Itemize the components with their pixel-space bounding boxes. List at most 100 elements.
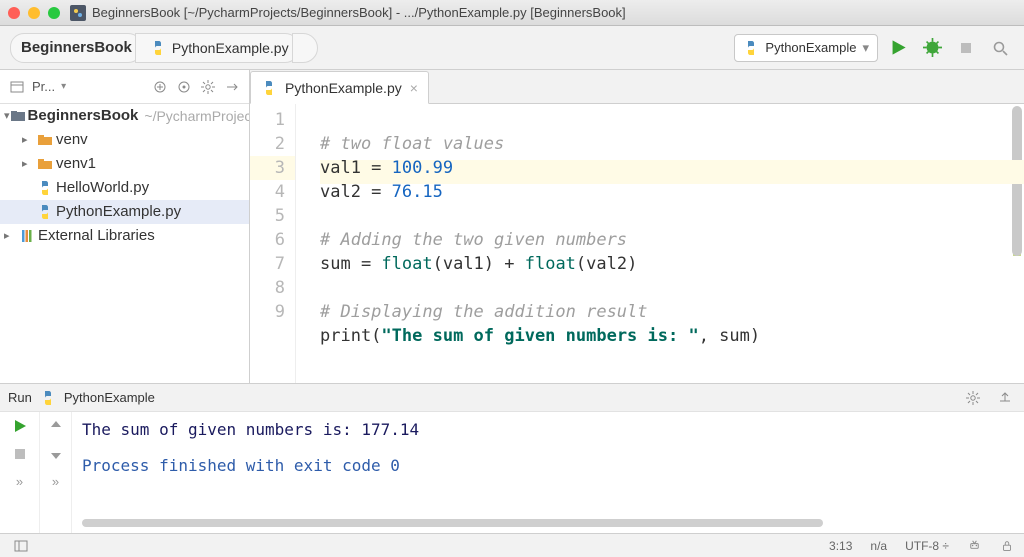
rerun-button[interactable] [12, 418, 28, 434]
file-encoding[interactable]: UTF-8 ÷ [905, 539, 949, 553]
code-line[interactable] [320, 204, 1024, 228]
python-file-icon [36, 204, 54, 220]
navigation-toolbar: BeginnersBook PythonExample.py PythonExa… [0, 26, 1024, 70]
code-line[interactable]: sum = float(val1) + float(val2) [320, 252, 1024, 276]
python-file-icon [40, 390, 56, 406]
project-tool-header: Pr... ▾ [0, 70, 249, 104]
line-number[interactable]: 9 [250, 300, 285, 324]
stop-button[interactable] [952, 34, 980, 62]
hide-run-button[interactable] [994, 387, 1016, 409]
line-number[interactable]: 4 [250, 180, 285, 204]
line-number[interactable]: 5 [250, 204, 285, 228]
collapse-all-button[interactable] [149, 76, 171, 98]
python-file-icon [36, 180, 54, 196]
breadcrumb-file-label: PythonExample.py [172, 40, 289, 56]
line-number-gutter[interactable]: 123456789 [250, 104, 296, 383]
run-settings-button[interactable] [962, 387, 984, 409]
stop-run-button[interactable] [12, 446, 28, 462]
status-bar: 3:13 n/a UTF-8 ÷ [0, 533, 1024, 557]
run-toolbar-left-2: » [40, 412, 72, 533]
python-file-icon [150, 40, 166, 56]
console-line: The sum of given numbers is: 177.14 [82, 420, 1014, 442]
line-number[interactable]: 3 [250, 156, 285, 180]
expand-arrow-icon[interactable]: ▸ [4, 224, 18, 248]
minimize-window-button[interactable] [28, 7, 40, 19]
file-item[interactable]: HelloWorld.py [0, 176, 249, 200]
item-name: HelloWorld.py [56, 176, 149, 200]
chevron-down-icon[interactable]: ▾ [61, 81, 66, 92]
external-libraries-label: External Libraries [38, 224, 155, 248]
code-line[interactable]: # Adding the two given numbers [320, 228, 1024, 252]
expand-arrow-icon[interactable]: ▸ [22, 128, 36, 152]
expand-arrow-icon[interactable]: ▸ [22, 152, 36, 176]
code-line[interactable]: val2 = 76.15 [320, 180, 1024, 204]
chevron-down-icon: ▾ [862, 40, 869, 56]
run-tool-window: Run PythonExample » » The sum of given n… [0, 383, 1024, 533]
run-toolbar-left: » [0, 412, 40, 533]
console-output[interactable]: The sum of given numbers is: 177.14 Proc… [72, 412, 1024, 533]
editor-tab[interactable]: PythonExample.py × [250, 71, 429, 104]
code-area[interactable]: 123456789 # two float valuesval1 = 100.9… [250, 104, 1024, 383]
breadcrumb-project-label: BeginnersBook [21, 39, 132, 56]
close-window-button[interactable] [8, 7, 20, 19]
libraries-icon [18, 228, 36, 244]
folder-icon [36, 156, 54, 172]
insert-mode[interactable]: n/a [870, 539, 887, 553]
python-file-icon [261, 80, 277, 96]
search-everywhere-button[interactable] [986, 34, 1014, 62]
settings-button[interactable] [197, 76, 219, 98]
cursor-position[interactable]: 3:13 [829, 539, 852, 553]
inspections-icon[interactable] [967, 538, 982, 553]
maximize-window-button[interactable] [48, 7, 60, 19]
breadcrumb-project[interactable]: BeginnersBook [10, 33, 143, 63]
line-number[interactable]: 8 [250, 276, 285, 300]
locate-button[interactable] [173, 76, 195, 98]
up-stack-button[interactable] [48, 418, 64, 434]
more-button[interactable]: » [16, 474, 23, 489]
code-line[interactable]: print("The sum of given numbers is: ", s… [320, 324, 1024, 348]
line-number[interactable]: 2 [250, 132, 285, 156]
hide-button[interactable] [221, 76, 243, 98]
run-tool-header: Run PythonExample [0, 384, 1024, 412]
window-title: BeginnersBook [~/PycharmProjects/Beginne… [92, 5, 626, 20]
console-exit-line: Process finished with exit code 0 [82, 456, 1014, 478]
folder-icon [36, 132, 54, 148]
run-configuration-selector[interactable]: PythonExample ▾ [734, 34, 878, 62]
breadcrumb-file[interactable]: PythonExample.py [135, 33, 300, 63]
run-tool-label: Run [8, 390, 32, 405]
breadcrumb-tail[interactable] [292, 33, 318, 63]
horizontal-scrollbar[interactable] [82, 517, 1008, 529]
run-button[interactable] [884, 34, 912, 62]
project-tree[interactable]: ▾ BeginnersBook ~/PycharmProjects/Beginn… [0, 104, 249, 248]
code-line[interactable]: # two float values [320, 132, 1024, 156]
item-name: venv [56, 128, 88, 152]
editor-tabs: PythonExample.py × [250, 70, 1024, 104]
line-number[interactable]: 6 [250, 228, 285, 252]
project-root-path: ~/PycharmProjects/BeginnersBook [144, 104, 249, 128]
run-configuration-label: PythonExample [765, 40, 856, 55]
code-content[interactable]: # two float valuesval1 = 100.99val2 = 76… [296, 104, 1024, 383]
project-view-icon[interactable] [6, 76, 28, 98]
code-line[interactable]: # Displaying the addition result [320, 300, 1024, 324]
run-body: » » The sum of given numbers is: 177.14 … [0, 412, 1024, 533]
editor-tab-label: PythonExample.py [285, 80, 402, 96]
folder-item[interactable]: ▸ venv [0, 128, 249, 152]
line-number[interactable]: 7 [250, 252, 285, 276]
project-root[interactable]: ▾ BeginnersBook ~/PycharmProjects/Beginn… [0, 104, 249, 128]
more-button[interactable]: » [52, 474, 59, 489]
external-libraries[interactable]: ▸ External Libraries [0, 224, 249, 248]
line-number[interactable]: 1 [250, 108, 285, 132]
file-item[interactable]: PythonExample.py [0, 200, 249, 224]
tool-windows-button[interactable] [10, 535, 32, 557]
folder-item[interactable]: ▸venv1 [0, 152, 249, 176]
code-line[interactable]: val1 = 100.99 [320, 156, 1024, 180]
lock-icon[interactable] [1000, 539, 1014, 553]
close-tab-button[interactable]: × [410, 80, 418, 96]
debug-button[interactable] [918, 34, 946, 62]
project-tool-window: Pr... ▾ ▾ BeginnersBook ~/PycharmProject… [0, 70, 250, 383]
down-stack-button[interactable] [48, 446, 64, 462]
item-name: PythonExample.py [56, 200, 181, 224]
project-root-name: BeginnersBook [28, 104, 139, 128]
main-area: Pr... ▾ ▾ BeginnersBook ~/PycharmProject… [0, 70, 1024, 383]
code-line[interactable] [320, 276, 1024, 300]
